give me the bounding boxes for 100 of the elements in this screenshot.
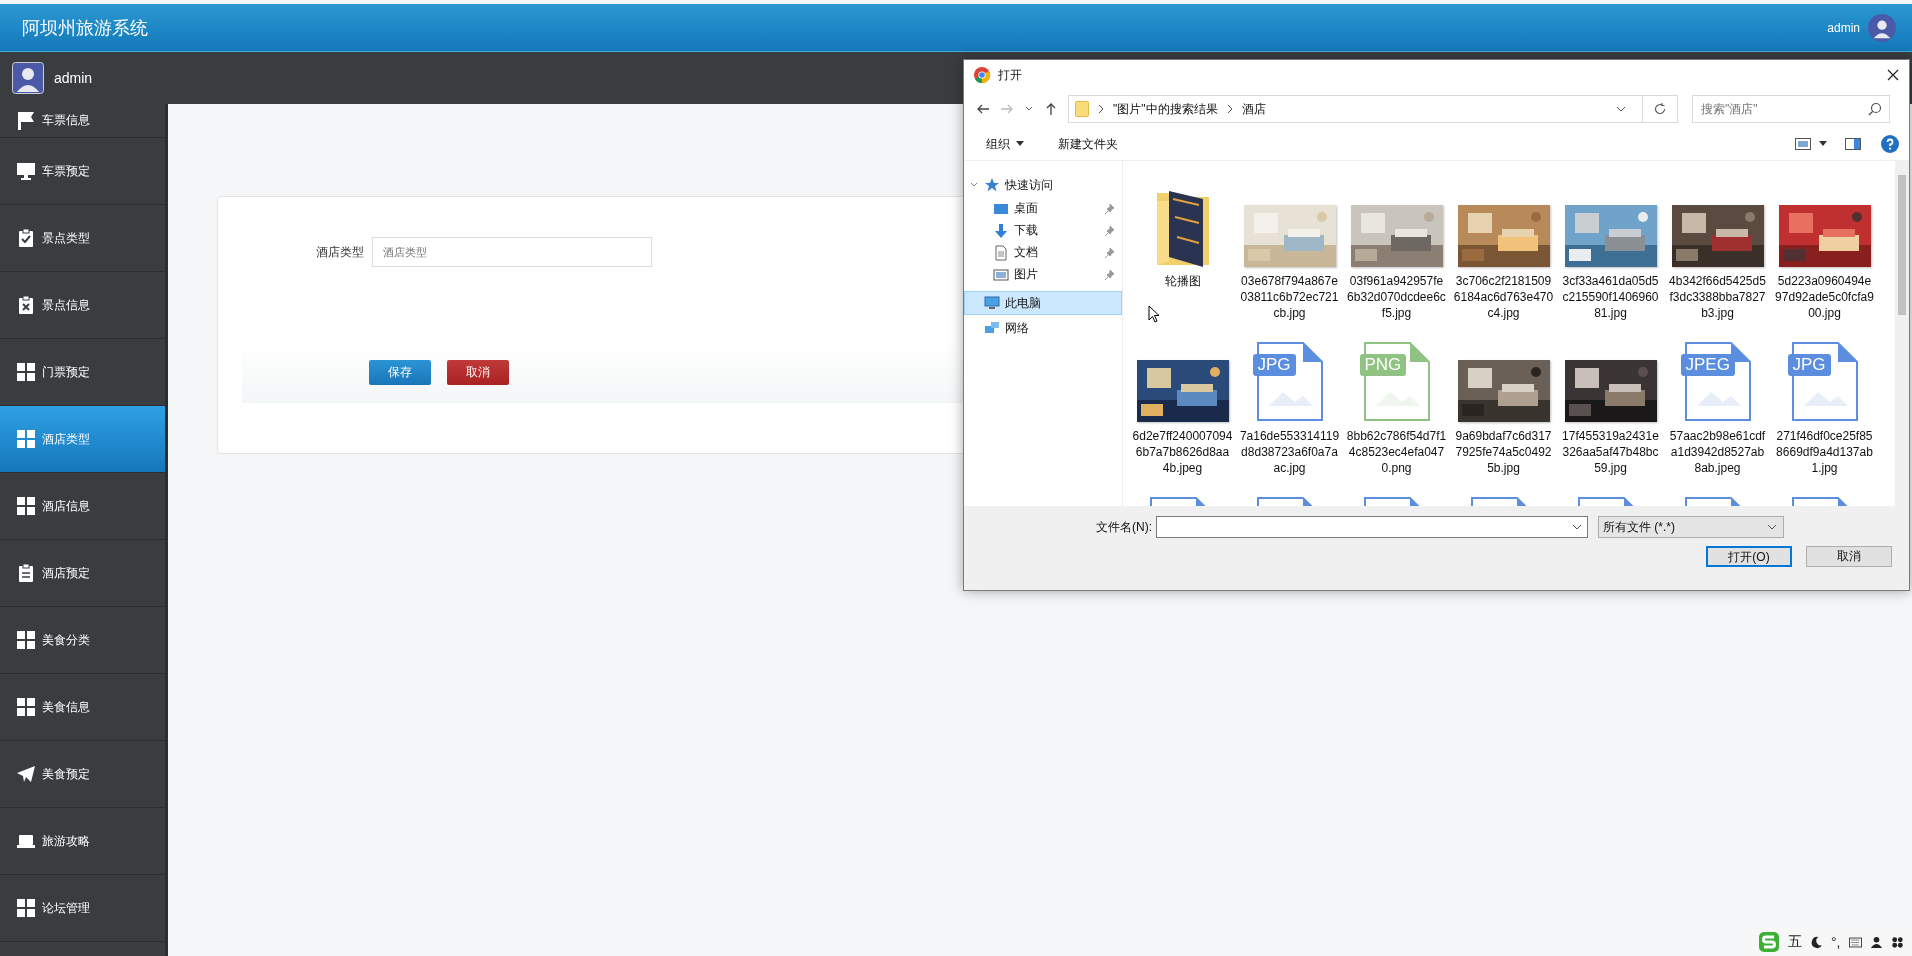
- caret-icon[interactable]: [1616, 104, 1626, 114]
- user-name[interactable]: admin: [1827, 20, 1860, 35]
- menu-icon: [16, 496, 36, 516]
- pin-icon[interactable]: [1105, 203, 1115, 214]
- app-title: 阿坝州旅游系统: [22, 16, 148, 40]
- close-icon[interactable]: [1887, 69, 1899, 81]
- nav-item[interactable]: 快速访问: [964, 173, 1122, 197]
- sidebar-item[interactable]: 美食分类: [0, 607, 165, 674]
- sidebar-item[interactable]: 酒店类型: [0, 406, 165, 473]
- user-name: admin: [54, 70, 93, 86]
- file-name[interactable]: 3c706c2f21815096184ac6d763e470c4.jpg: [1453, 273, 1554, 321]
- sidebar-item[interactable]: 酒店信息: [0, 473, 165, 540]
- menu-icon: [16, 362, 36, 382]
- input-mode-label[interactable]: 五: [1788, 933, 1802, 951]
- moon-icon[interactable]: [1810, 935, 1823, 949]
- browser-icon: [974, 67, 990, 83]
- menu-icon: [16, 228, 36, 248]
- search-field[interactable]: 搜索"酒店": [1692, 95, 1890, 123]
- sidebar-item[interactable]: 车票预定: [0, 138, 165, 205]
- nav-item[interactable]: 图片: [964, 264, 1122, 285]
- nav-item[interactable]: 此电脑: [964, 291, 1122, 315]
- menu-icon: [16, 563, 36, 583]
- sidebar-item[interactable]: 论坛管理: [0, 875, 165, 942]
- pin-icon[interactable]: [1105, 247, 1115, 258]
- nav-item[interactable]: 下载: [964, 220, 1122, 241]
- new-folder-button[interactable]: 新建文件夹: [1052, 133, 1124, 155]
- pin-icon[interactable]: [1105, 269, 1115, 280]
- back-arrow-icon[interactable]: [976, 102, 990, 116]
- sidebar-item[interactable]: 美食信息: [0, 674, 165, 741]
- file-name[interactable]: 8bb62c786f54d7f14c8523ec4efa0470.png: [1346, 428, 1447, 476]
- file-name[interactable]: 17f455319a2431e326aa5af47b48bc59.jpg: [1560, 428, 1661, 476]
- pin-icon[interactable]: [1105, 225, 1115, 236]
- scrollbar[interactable]: [1895, 161, 1909, 506]
- file-name[interactable]: 5d223a0960494e97d92ade5c0fcfa900.jpg: [1774, 273, 1875, 321]
- breadcrumb[interactable]: "图片"中的搜索结果: [1113, 100, 1218, 118]
- file-type-badge: JPEG: [1680, 354, 1735, 376]
- organize-menu[interactable]: 组织: [980, 133, 1030, 155]
- view-icon[interactable]: [1795, 138, 1811, 150]
- dialog-title: 打开: [998, 66, 1022, 84]
- menu-icon: [16, 429, 36, 449]
- file-type-dropdown[interactable]: 所有文件 (*.*): [1598, 516, 1784, 538]
- file-name[interactable]: 271f46df0ce25f858669df9a4d137ab1.jpg: [1774, 428, 1875, 476]
- cancel-button[interactable]: 取消: [447, 360, 509, 385]
- star-icon: [984, 177, 1000, 193]
- file-name[interactable]: 7a16de553314119d8d38723a6f0a7aac.jpg: [1239, 428, 1340, 476]
- open-button[interactable]: 打开(O): [1706, 546, 1792, 567]
- preview-pane-icon[interactable]: [1845, 138, 1861, 150]
- cancel-button[interactable]: 取消: [1806, 546, 1892, 567]
- save-button[interactable]: 保存: [369, 360, 431, 385]
- network-icon: [984, 320, 1000, 336]
- avatar-icon: [12, 62, 44, 94]
- sidebar-item[interactable]: 景点信息: [0, 272, 165, 339]
- avatar-icon[interactable]: [1868, 13, 1896, 42]
- file-type-badge: JPG: [1252, 354, 1296, 376]
- menu-icon: [16, 898, 36, 918]
- help-icon[interactable]: [1881, 135, 1899, 153]
- monitor-icon: [984, 295, 1000, 311]
- caret-icon[interactable]: [1819, 141, 1827, 147]
- input-field[interactable]: 酒店类型: [372, 237, 652, 267]
- sidebar-item[interactable]: 景点类型: [0, 205, 165, 272]
- keyboard-icon[interactable]: [1848, 935, 1862, 949]
- file-name[interactable]: 6d2e7ff2400070946b7a7b8626d8aa4b.jpeg: [1132, 428, 1233, 476]
- chevron-icon: [1225, 104, 1234, 114]
- caret-icon[interactable]: [1767, 522, 1777, 532]
- file-name[interactable]: 3cf33a461da05d5c215590f140696081.jpg: [1560, 273, 1661, 321]
- sidebar-item[interactable]: 美食预定: [0, 741, 165, 808]
- file-name[interactable]: 9a69bdaf7c6d3177925fe74a5c04925b.jpg: [1453, 428, 1554, 476]
- cursor-icon: [1148, 305, 1160, 323]
- menu-icon: [16, 295, 36, 315]
- grid-icon[interactable]: [1890, 935, 1904, 949]
- nav-item[interactable]: 桌面: [964, 198, 1122, 219]
- input-method-logo[interactable]: [1758, 931, 1780, 953]
- input-mode-label[interactable]: °,: [1831, 934, 1841, 950]
- download-arrow-icon: [993, 222, 1009, 239]
- sidebar-item[interactable]: 酒店预定: [0, 540, 165, 607]
- person-icon[interactable]: [1869, 935, 1883, 949]
- nav-item[interactable]: 文档: [964, 242, 1122, 263]
- menu-icon: [16, 161, 36, 181]
- folder-icon: [1075, 101, 1089, 117]
- file-name[interactable]: 03f961a942957fe6b32d070dcdee6cf5.jpg: [1346, 273, 1447, 321]
- sidebar-item[interactable]: 车票信息: [0, 104, 165, 138]
- file-type-badge: JPG: [1787, 354, 1831, 376]
- up-arrow-icon[interactable]: [1044, 102, 1058, 116]
- search-icon: [1868, 102, 1882, 116]
- field-label: 文件名(N):: [1095, 518, 1152, 536]
- caret-icon[interactable]: [1016, 141, 1024, 147]
- address-bar[interactable]: "图片"中的搜索结果 酒店: [1068, 95, 1678, 123]
- breadcrumb[interactable]: 酒店: [1241, 100, 1266, 118]
- file-name[interactable]: 03e678f794a867e03811c6b72ec721cb.jpg: [1239, 273, 1340, 321]
- menu-icon: [16, 630, 36, 650]
- picture-frame-icon: [993, 266, 1009, 283]
- file-name[interactable]: 轮播图: [1132, 273, 1233, 289]
- menu-icon: [16, 110, 36, 131]
- file-name[interactable]: 4b342f66d5425d5f3dc3388bba7827b3.jpg: [1667, 273, 1768, 321]
- filename-field[interactable]: [1156, 516, 1588, 538]
- nav-item[interactable]: 网络: [964, 316, 1122, 340]
- file-name[interactable]: 57aac2b98e61cdfa1d3942d8527ab8ab.jpeg: [1667, 428, 1768, 476]
- sidebar-item[interactable]: 旅游攻略: [0, 808, 165, 875]
- caret-icon[interactable]: [1572, 522, 1582, 532]
- file-type-badge: PNG: [1359, 354, 1407, 376]
